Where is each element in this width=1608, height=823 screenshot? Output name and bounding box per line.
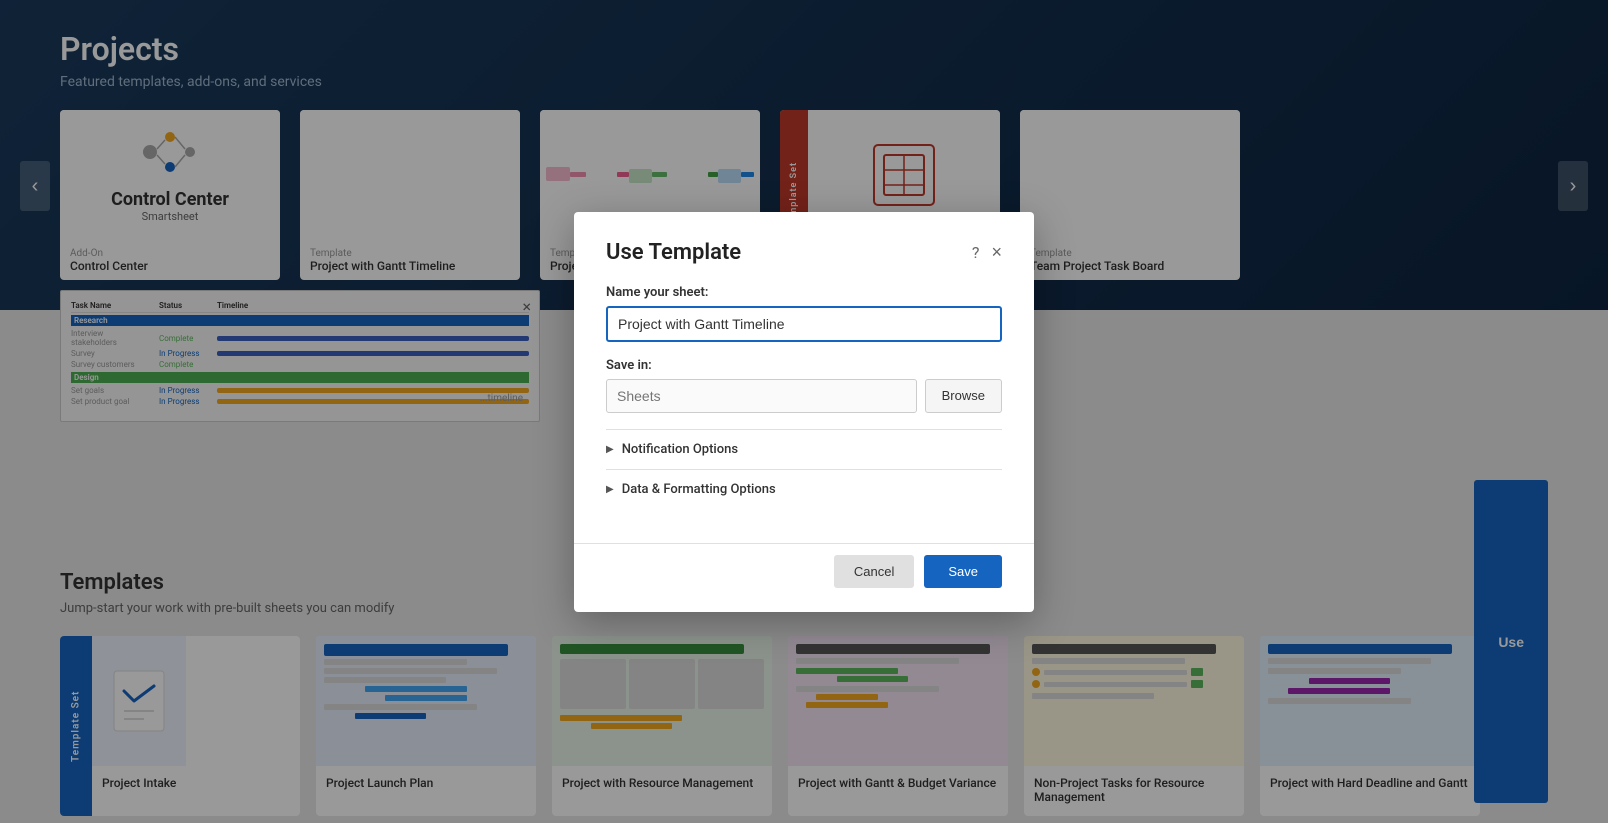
modal-title: Use Template (606, 240, 741, 265)
modal-close-btn[interactable]: × (991, 243, 1002, 261)
data-formatting-accordion-arrow: ▶ (606, 484, 614, 495)
notification-options-label: Notification Options (622, 442, 738, 457)
name-field-label: Name your sheet: (606, 285, 1002, 300)
modal-header: Use Template ? × (606, 240, 1002, 265)
modal-divider (574, 543, 1034, 544)
data-formatting-label: Data & Formatting Options (622, 482, 776, 497)
modal-overlay: Use Template ? × Name your sheet: Save i… (0, 0, 1608, 823)
cancel-button[interactable]: Cancel (834, 555, 914, 588)
save-button[interactable]: Save (924, 555, 1002, 588)
data-formatting-accordion[interactable]: ▶ Data & Formatting Options (606, 469, 1002, 509)
notification-options-accordion[interactable]: ▶ Notification Options (606, 429, 1002, 469)
save-in-input[interactable] (606, 379, 917, 413)
use-template-modal: Use Template ? × Name your sheet: Save i… (574, 212, 1034, 612)
modal-footer: Cancel Save (834, 555, 1002, 588)
save-in-label: Save in: (606, 358, 1002, 373)
modal-help-icon[interactable]: ? (972, 243, 980, 262)
browse-button[interactable]: Browse (925, 379, 1002, 413)
name-sheet-input[interactable] (606, 306, 1002, 342)
save-in-row: Browse (606, 379, 1002, 413)
notification-accordion-arrow: ▶ (606, 444, 614, 455)
